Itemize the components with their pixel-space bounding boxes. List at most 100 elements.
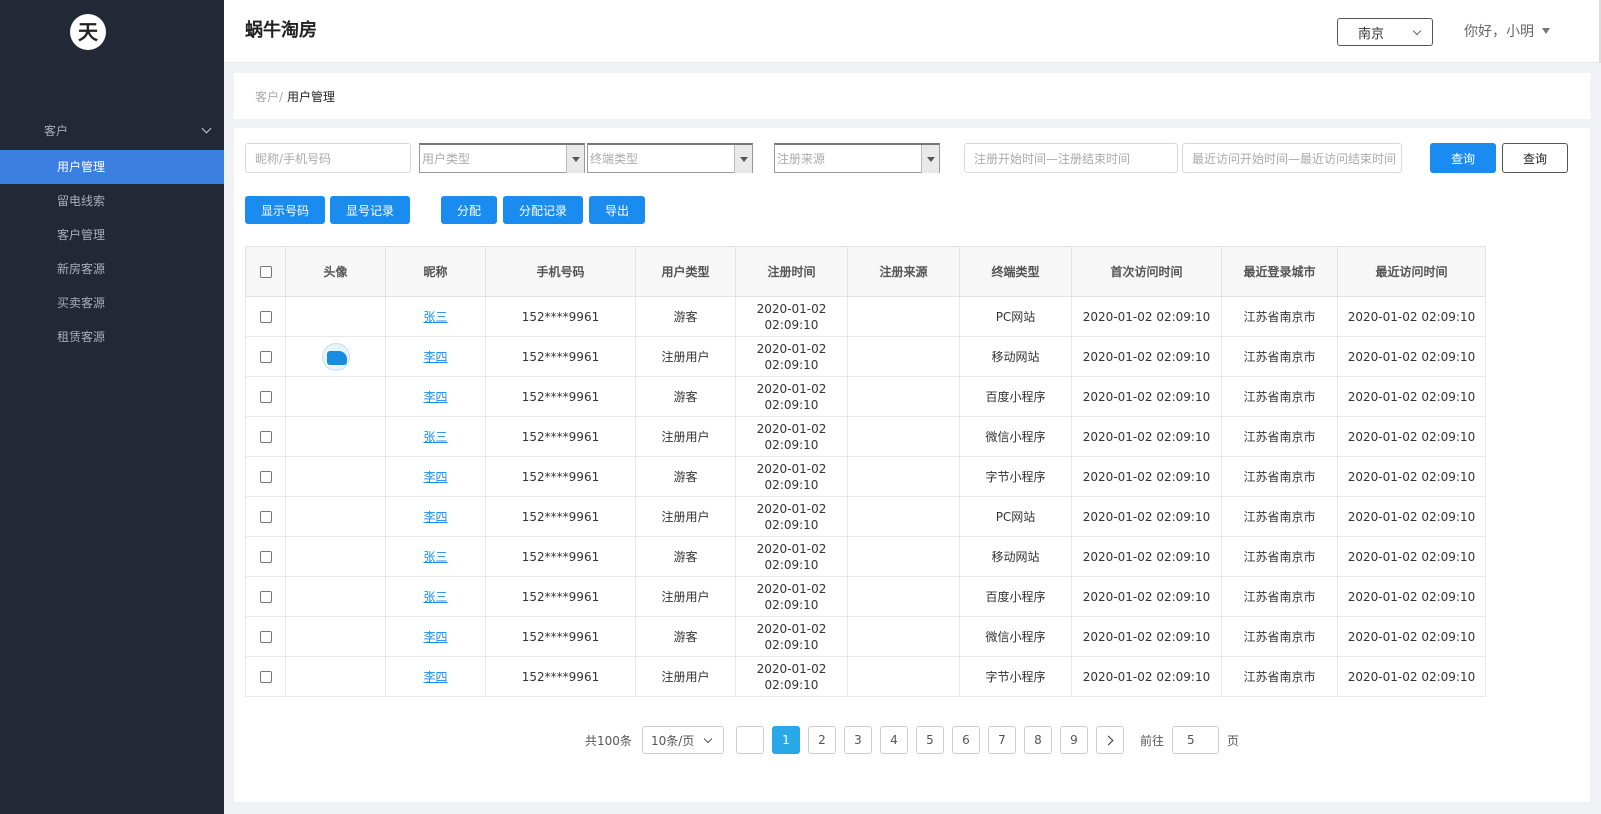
nickname-cell: 李四: [385, 336, 486, 377]
terminal-cell: 百度小程序: [959, 576, 1072, 617]
export-button[interactable]: 导出: [589, 196, 645, 224]
first-visit-cell: 2020-01-02 02:09:10: [1071, 296, 1222, 337]
city-select[interactable]: 南京: [1337, 18, 1433, 46]
sidebar-item-user-management[interactable]: 用户管理: [0, 150, 224, 184]
first-visit-cell: 2020-01-02 02:09:10: [1071, 496, 1222, 537]
number-log-button[interactable]: 显号记录: [330, 196, 410, 224]
first-visit-cell: 2020-01-02 02:09:10: [1071, 376, 1222, 417]
keyword-input[interactable]: 昵称/手机号码: [245, 143, 411, 173]
last-visit-cell: 2020-01-02 02:09:10: [1337, 496, 1486, 537]
page-button[interactable]: 7: [987, 726, 1016, 754]
page-button[interactable]: 2: [807, 726, 836, 754]
nickname-link[interactable]: 张三: [423, 430, 447, 444]
city-cell: 江苏省南京市: [1221, 616, 1338, 657]
table-row: 李四 152****9961 注册用户 2020-01-02 02:09:10 字节小程…: [245, 656, 1486, 697]
select-all-checkbox[interactable]: [259, 266, 272, 278]
nickname-link[interactable]: 李四: [423, 470, 447, 484]
row-checkbox[interactable]: [259, 551, 272, 563]
prev-page-button[interactable]: [735, 726, 764, 754]
nickname-cell: 张三: [385, 296, 486, 337]
sidebar-item-rental[interactable]: 租赁客源: [0, 320, 224, 354]
terminal-type-placeholder: 终端类型: [590, 152, 639, 166]
user-type-cell: 注册用户: [635, 336, 736, 377]
user-type-cell: 游客: [635, 456, 736, 497]
user-type-cell: 注册用户: [635, 656, 736, 697]
phone-cell: 152****9961: [485, 536, 636, 577]
column-header: 最近登录城市: [1221, 246, 1338, 297]
terminal-type-select[interactable]: 终端类型: [587, 143, 753, 173]
sidebar-item-customer-management[interactable]: 客户管理: [0, 218, 224, 252]
logo-icon[interactable]: 天: [70, 14, 106, 50]
nickname-cell: 张三: [385, 536, 486, 577]
register-source-select[interactable]: 注册来源: [774, 143, 940, 173]
sidebar-item-leads[interactable]: 留电线索: [0, 184, 224, 218]
row-checkbox[interactable]: [259, 591, 272, 603]
avatar-cell: [285, 656, 386, 697]
show-number-button[interactable]: 显示号码: [245, 196, 325, 224]
row-checkbox[interactable]: [259, 671, 272, 683]
nickname-link[interactable]: 张三: [423, 310, 447, 324]
user-type-cell: 游客: [635, 616, 736, 657]
city-cell: 江苏省南京市: [1221, 576, 1338, 617]
page-button[interactable]: 9: [1059, 726, 1088, 754]
phone-cell: 152****9961: [485, 296, 636, 337]
row-checkbox[interactable]: [259, 351, 272, 363]
first-visit-cell: 2020-01-02 02:09:10: [1071, 536, 1222, 577]
row-checkbox[interactable]: [259, 431, 272, 443]
nickname-link[interactable]: 张三: [423, 590, 447, 604]
row-checkbox[interactable]: [259, 311, 272, 323]
search-button-secondary[interactable]: 查询: [1502, 143, 1568, 173]
row-checkbox[interactable]: [259, 631, 272, 643]
nickname-link[interactable]: 张三: [423, 550, 447, 564]
nickname-link[interactable]: 李四: [423, 630, 447, 644]
sidebar-item-sale[interactable]: 买卖客源: [0, 286, 224, 320]
sidebar-item-new-house[interactable]: 新房客源: [0, 252, 224, 286]
terminal-cell: 百度小程序: [959, 376, 1072, 417]
user-type-select[interactable]: 用户类型: [419, 143, 585, 173]
breadcrumb-parent[interactable]: 客户/: [255, 88, 283, 105]
row-select-cell: [245, 576, 286, 617]
next-page-button[interactable]: [1095, 726, 1124, 754]
row-checkbox[interactable]: [259, 511, 272, 523]
visit-date-range[interactable]: 最近访问开始时间—最近访问结束时间: [1182, 143, 1402, 173]
user-menu[interactable]: 你好，小明: [1464, 21, 1550, 41]
avatar-cell: [285, 416, 386, 457]
avatar-cell: [285, 576, 386, 617]
page-button[interactable]: 5: [915, 726, 944, 754]
nickname-link[interactable]: 李四: [423, 510, 447, 524]
goto-label: 前往: [1139, 733, 1164, 748]
goto-page-input[interactable]: 5: [1171, 726, 1219, 754]
register-date-range[interactable]: 注册开始时间—注册结束时间: [964, 143, 1178, 173]
nickname-link[interactable]: 李四: [423, 350, 447, 364]
register-source-cell: [847, 456, 960, 497]
nickname-link[interactable]: 李四: [423, 670, 447, 684]
page-button[interactable]: 4: [879, 726, 908, 754]
assign-button[interactable]: 分配: [441, 196, 497, 224]
page-button[interactable]: 1: [771, 726, 800, 754]
nickname-cell: 李四: [385, 656, 486, 697]
avatar-cell: [285, 536, 386, 577]
nickname-cell: 李四: [385, 616, 486, 657]
nickname-link[interactable]: 李四: [423, 390, 447, 404]
greeting-text: 你好，小明: [1464, 24, 1534, 40]
nickname-cell: 张三: [385, 576, 486, 617]
first-visit-cell: 2020-01-02 02:09:10: [1071, 616, 1222, 657]
phone-cell: 152****9961: [485, 416, 636, 457]
page-button[interactable]: 6: [951, 726, 980, 754]
register-time-cell: 2020-01-02 02:09:10: [735, 376, 848, 417]
search-button[interactable]: 查询: [1430, 143, 1496, 173]
menu-group-customer[interactable]: 客户: [0, 116, 224, 144]
first-visit-cell: 2020-01-02 02:09:10: [1071, 456, 1222, 497]
row-checkbox[interactable]: [259, 391, 272, 403]
last-visit-cell: 2020-01-02 02:09:10: [1337, 576, 1486, 617]
row-checkbox[interactable]: [259, 471, 272, 483]
page-size-select[interactable]: 10条/页: [641, 726, 724, 754]
assign-log-button[interactable]: 分配记录: [503, 196, 583, 224]
page-button[interactable]: 8: [1023, 726, 1052, 754]
last-visit-cell: 2020-01-02 02:09:10: [1337, 336, 1486, 377]
row-select-cell: [245, 496, 286, 537]
page-button[interactable]: 3: [843, 726, 872, 754]
phone-cell: 152****9961: [485, 456, 636, 497]
goto-unit: 页: [1226, 733, 1239, 748]
row-select-cell: [245, 656, 286, 697]
